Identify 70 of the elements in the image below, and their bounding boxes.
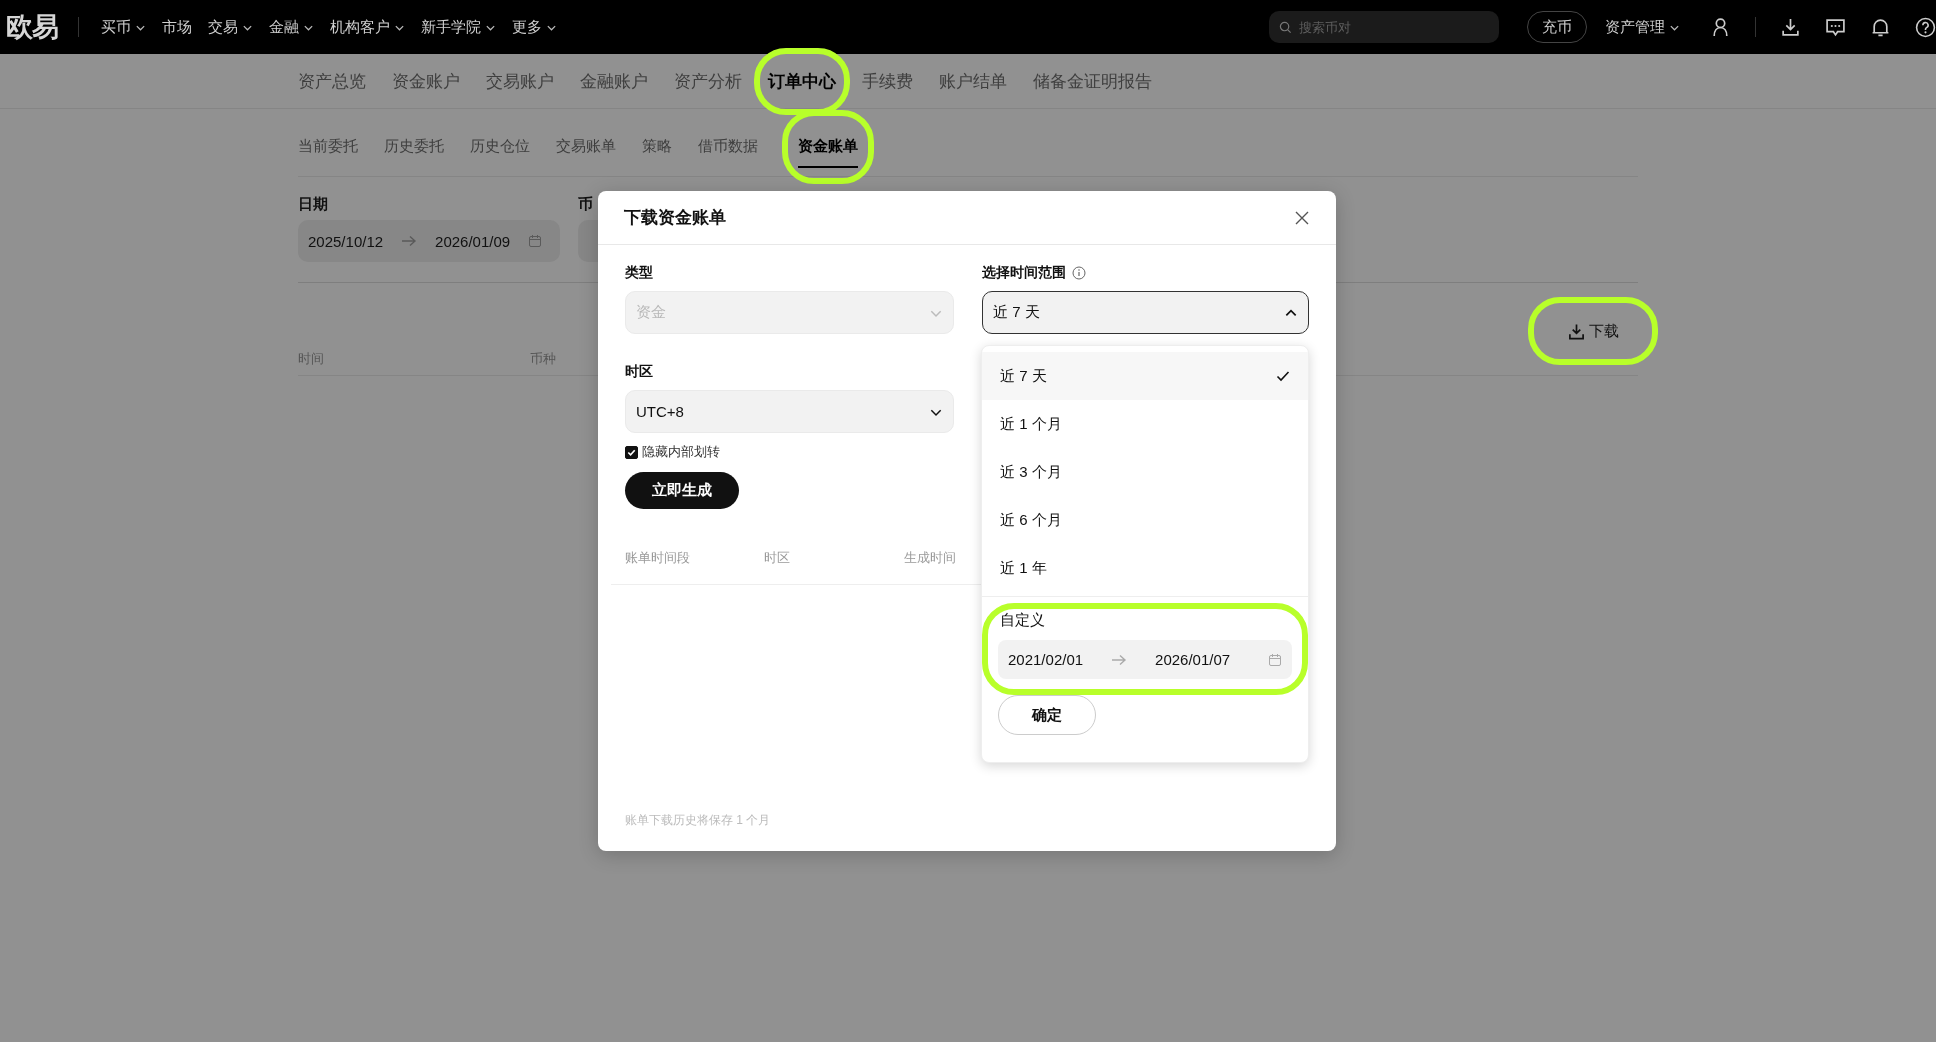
chat-button[interactable] (1825, 16, 1846, 38)
order-tab[interactable]: 历史委托 (384, 129, 444, 164)
info-icon (1072, 266, 1086, 280)
checkbox-option[interactable]: 隐藏内部划转 (625, 441, 954, 463)
search-icon (1279, 21, 1292, 34)
dialog-title: 下载资金账单 (624, 207, 726, 229)
checkbox[interactable] (625, 445, 638, 459)
nav-menu-item[interactable]: 买币 (101, 17, 146, 37)
order-tab[interactable]: 交易账单 (556, 129, 616, 164)
close-button[interactable] (1294, 209, 1310, 226)
order-tab[interactable]: 当前委托 (298, 129, 358, 164)
date-range-field[interactable]: 2021/02/01 2026/01/07 (998, 640, 1292, 679)
menu-option[interactable]: 近 1 年 (982, 544, 1308, 592)
menu-option[interactable]: 近 3 个月 (982, 448, 1308, 496)
menu-option[interactable]: 近 6 个月 (982, 496, 1308, 544)
column-header: 币种 (530, 349, 557, 368)
time-range-select[interactable]: 近 7 天 (982, 291, 1309, 334)
column-header: 账单时间段 (625, 549, 691, 567)
column-header: 时间 (298, 349, 325, 368)
field-label: 类型 (625, 264, 653, 282)
calendar-icon (528, 234, 543, 248)
menu-option[interactable]: 近 7 天 (982, 352, 1308, 400)
select-field[interactable]: UTC+8 (625, 390, 954, 433)
account-tab[interactable]: 金融账户 (580, 69, 648, 93)
order-tab[interactable]: 历史仓位 (470, 129, 530, 164)
download-button[interactable] (1780, 16, 1801, 38)
account-tab[interactable]: 资产总览 (298, 69, 366, 93)
download-icon (1780, 16, 1801, 38)
menu-option[interactable]: 近 1 个月 (982, 400, 1308, 448)
check-icon (1276, 369, 1290, 383)
account-tab[interactable]: 订单中心 (768, 69, 836, 93)
date-range-field[interactable]: 2025/10/12 2026/01/09 (298, 220, 560, 262)
field-label: 选择时间范围 (982, 264, 1066, 282)
nav-menu-item[interactable]: 更多 (512, 17, 557, 37)
column-header: 生成时间 (904, 549, 956, 567)
deposit-button[interactable]: 充币 (1527, 11, 1587, 43)
field-label: 日期 (298, 195, 329, 214)
account-tab[interactable]: 手续费 (862, 69, 913, 93)
nav-menu-item[interactable]: 交易 (208, 17, 253, 37)
user-icon (1710, 16, 1731, 38)
column-header: 时区 (764, 549, 791, 567)
nav-menu-item[interactable]: 市场 (162, 17, 192, 37)
calendar-icon (1268, 652, 1282, 667)
order-tab[interactable]: 策略 (642, 129, 672, 164)
user-button[interactable] (1710, 16, 1731, 38)
logo[interactable]: 欧易 (6, 9, 58, 45)
bell-icon (1870, 16, 1891, 38)
download-button[interactable]: 下载 (1548, 311, 1638, 351)
order-tab[interactable]: 借币数据 (698, 129, 758, 164)
option-label: 自定义 (1000, 611, 1046, 630)
arrow-right-icon (1111, 653, 1128, 666)
nav-menu-item[interactable]: 机构客户 (330, 17, 405, 37)
confirm-button[interactable]: 确定 (998, 695, 1096, 735)
arrow-right-icon (401, 235, 418, 247)
field-label: 时区 (625, 363, 653, 381)
asset-menu[interactable]: 资产管理 (1599, 16, 1686, 38)
help-button[interactable] (1915, 16, 1936, 38)
bell-button[interactable] (1870, 16, 1891, 38)
nav-menu-item[interactable]: 金融 (269, 17, 314, 37)
chat-icon (1825, 16, 1846, 38)
download-icon (1567, 322, 1585, 340)
help-icon (1915, 16, 1936, 38)
account-tab[interactable]: 储备金证明报告 (1033, 69, 1152, 93)
account-tab[interactable]: 资金账户 (392, 69, 460, 93)
history-note: 账单下载历史将保存 1 个月 (625, 812, 771, 829)
nav-menu-item[interactable]: 新手学院 (421, 17, 496, 37)
generate-button[interactable]: 立即生成 (625, 472, 739, 509)
close-icon (1294, 209, 1310, 226)
search-field[interactable]: 搜索币对 (1269, 11, 1499, 43)
field-label: 币 (578, 195, 594, 214)
